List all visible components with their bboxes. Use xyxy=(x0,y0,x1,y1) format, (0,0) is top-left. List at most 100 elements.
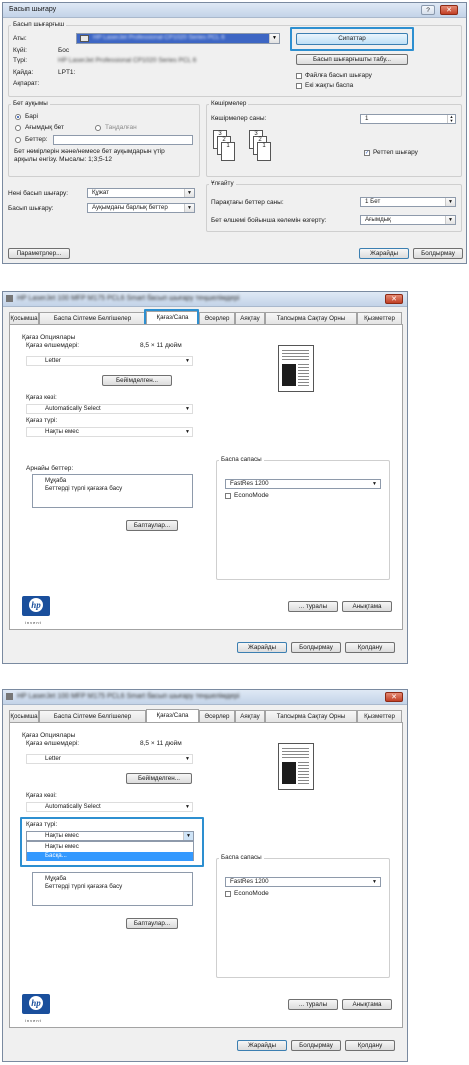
cancel-button[interactable]: Болдырмау xyxy=(291,1040,341,1051)
print-quality-select[interactable]: FastRes 1200 ▼ xyxy=(225,877,381,887)
pages-per-sheet-label: Парақтағы беттер саны: xyxy=(211,199,284,206)
tab-finishing[interactable]: Аяқтау xyxy=(235,312,265,324)
print-what-value: Құжат xyxy=(92,189,109,196)
properties-button[interactable]: Сипаттар xyxy=(296,33,408,45)
paper-source-label: Қағаз көзі: xyxy=(26,394,57,401)
list-item[interactable]: Беттерді түрлі қағазға басу xyxy=(45,485,122,492)
ok-button[interactable]: Жарайды xyxy=(359,248,409,259)
apply-button[interactable]: Қолдану xyxy=(345,1040,395,1051)
print-quality-group xyxy=(216,460,390,580)
chevron-down-icon: ▼ xyxy=(185,429,190,435)
economode-checkbox[interactable] xyxy=(225,493,231,499)
about-button[interactable]: ... туралы xyxy=(288,601,338,612)
print-what-label: Нені басып шығару: xyxy=(8,190,69,197)
paper-size-select[interactable]: Letter ▼ xyxy=(26,754,193,764)
print-quality-label: Баспа сапасы xyxy=(219,456,264,464)
help-icon[interactable]: ? xyxy=(421,5,435,15)
tab-services[interactable]: Қызметтер xyxy=(357,710,402,722)
close-icon[interactable]: ✕ xyxy=(385,294,403,304)
print-select[interactable]: Ауқымдағы барлық беттер ▼ xyxy=(87,203,195,213)
find-printer-button[interactable]: Басып шығарғышты табу... xyxy=(296,54,408,65)
collate-checkbox[interactable]: ✓ xyxy=(364,150,370,156)
tab-job-storage[interactable]: Тапсырма Сақтау Орны xyxy=(265,312,357,324)
tab-services[interactable]: Қызметтер xyxy=(357,312,402,324)
hp-logo-mark: hp xyxy=(29,598,43,612)
settings-button[interactable]: Баптаулар... xyxy=(126,520,178,531)
special-pages-list[interactable]: Мұқаба Беттерді түрлі қағазға басу xyxy=(32,872,193,906)
where-value: LPT1: xyxy=(58,69,76,76)
copies-input[interactable]: 1 ▲ ▼ xyxy=(360,114,456,124)
list-item[interactable]: Мұқаба xyxy=(45,477,66,484)
print-dialog-title: Басып шығару xyxy=(9,6,57,13)
print-what-select[interactable]: Құжат ▼ xyxy=(87,188,195,198)
hp-logo-mark: hp xyxy=(29,996,43,1010)
print-quality-label: Баспа сапасы xyxy=(219,854,264,862)
hp-invent-text: invent xyxy=(25,1018,42,1023)
printer-name-value: HP LaserJet Professional CP1020 Series P… xyxy=(93,34,225,41)
custom-button[interactable]: Бейімделген... xyxy=(126,773,192,784)
print-to-file-label: Файлға басып шығару xyxy=(305,72,372,79)
custom-button[interactable]: Бейімделген... xyxy=(102,375,172,386)
paper-preview xyxy=(278,345,314,392)
scale-select[interactable]: Ағымдық ▼ xyxy=(360,215,456,225)
collate-icon: 3 2 1 3 2 1 xyxy=(213,130,293,166)
paper-options-label: Қағаз Опциялары xyxy=(22,334,76,341)
chevron-down-icon: ▼ xyxy=(269,34,279,43)
preferences-dialog: HP LaserJet 100 MFP M175 PCL6 Smart басы… xyxy=(2,291,408,664)
pages-per-sheet-select[interactable]: 1 Бет ▼ xyxy=(360,197,456,207)
paper-source-select[interactable]: Automatically Select ▼ xyxy=(26,404,193,414)
tab-shortcuts[interactable]: Баспа Сілтеме Белгішелер xyxy=(39,710,146,722)
current-page-radio[interactable] xyxy=(15,125,21,131)
settings-button[interactable]: Баптаулар... xyxy=(126,918,178,929)
preferences-dialog-2: HP LaserJet 100 MFP M175 PCL6 Smart басы… xyxy=(2,689,408,1062)
special-pages-list[interactable]: Мұқаба Беттерді түрлі қағазға басу xyxy=(32,474,193,508)
tab-advanced[interactable]: Қосымша xyxy=(9,312,39,324)
chevron-down-icon: ▼ xyxy=(445,198,455,206)
tab-shortcuts[interactable]: Баспа Сілтеме Белгішелер xyxy=(39,312,146,324)
close-icon[interactable]: ✕ xyxy=(385,692,403,702)
paper-size-select[interactable]: Letter ▼ xyxy=(26,356,193,366)
tab-effects[interactable]: Әсерлер xyxy=(199,710,235,722)
paper-type-select[interactable]: Нақты емес ▼ xyxy=(26,831,194,841)
list-item[interactable]: Беттерді түрлі қағазға басу xyxy=(45,883,122,890)
pages-input[interactable] xyxy=(53,135,193,145)
paper-size-select-value: Letter xyxy=(45,755,61,762)
hp-logo: hp xyxy=(22,994,50,1014)
cancel-button[interactable]: Болдырмау xyxy=(413,248,463,259)
dropdown-option[interactable]: Нақты емес xyxy=(45,843,79,850)
ok-button[interactable]: Жарайды xyxy=(237,1040,287,1051)
zoom-group-label: Ұлғайту xyxy=(209,180,236,188)
help-button[interactable]: Анықтама xyxy=(342,601,392,612)
about-button[interactable]: ... туралы xyxy=(288,999,338,1010)
list-item[interactable]: Мұқаба xyxy=(45,875,66,882)
manual-duplex-checkbox[interactable] xyxy=(296,83,302,89)
tab-finishing[interactable]: Аяқтау xyxy=(235,710,265,722)
selection-radio[interactable] xyxy=(95,125,101,131)
ok-button[interactable]: Жарайды xyxy=(237,642,287,653)
spinner-icon[interactable]: ▲ ▼ xyxy=(447,115,455,123)
economode-checkbox[interactable] xyxy=(225,891,231,897)
selection-label: Таңдалған xyxy=(105,124,137,131)
print-quality-select[interactable]: FastRes 1200 ▼ xyxy=(225,479,381,489)
help-button[interactable]: Анықтама xyxy=(342,999,392,1010)
type-label: Түрі: xyxy=(13,57,28,64)
print-dialog-titlebar: Басып шығару ? ✕ xyxy=(3,3,466,18)
paper-type-select[interactable]: Нақты емес ▼ xyxy=(26,427,193,437)
printer-name-select[interactable]: HP LaserJet Professional CP1020 Series P… xyxy=(76,33,280,44)
tab-job-storage[interactable]: Тапсырма Сақтау Орны xyxy=(265,710,357,722)
tab-effects[interactable]: Әсерлер xyxy=(199,312,235,324)
paper-source-select[interactable]: Automatically Select ▼ xyxy=(26,802,193,812)
pages-radio[interactable] xyxy=(15,137,21,143)
preferences-titlebar: HP LaserJet 100 MFP M175 PCL6 Smart басы… xyxy=(3,690,407,705)
print-to-file-checkbox[interactable] xyxy=(296,73,302,79)
apply-button[interactable]: Қолдану xyxy=(345,642,395,653)
close-icon[interactable]: ✕ xyxy=(440,5,458,15)
paper-type-dropdown-list[interactable]: Нақты емес Басқа... xyxy=(26,841,194,861)
dropdown-option-highlighted[interactable]: Басқа... xyxy=(27,852,193,861)
pages-hint-line2: арқылы енгізу. Мысалы: 1;3;5-12 xyxy=(14,156,113,163)
all-radio[interactable] xyxy=(15,114,21,120)
tab-advanced[interactable]: Қосымша xyxy=(9,710,39,722)
cancel-button[interactable]: Болдырмау xyxy=(291,642,341,653)
options-button[interactable]: Параметрлер... xyxy=(8,248,70,259)
tab-paper-quality[interactable]: Қағаз/Сапа xyxy=(146,709,199,722)
